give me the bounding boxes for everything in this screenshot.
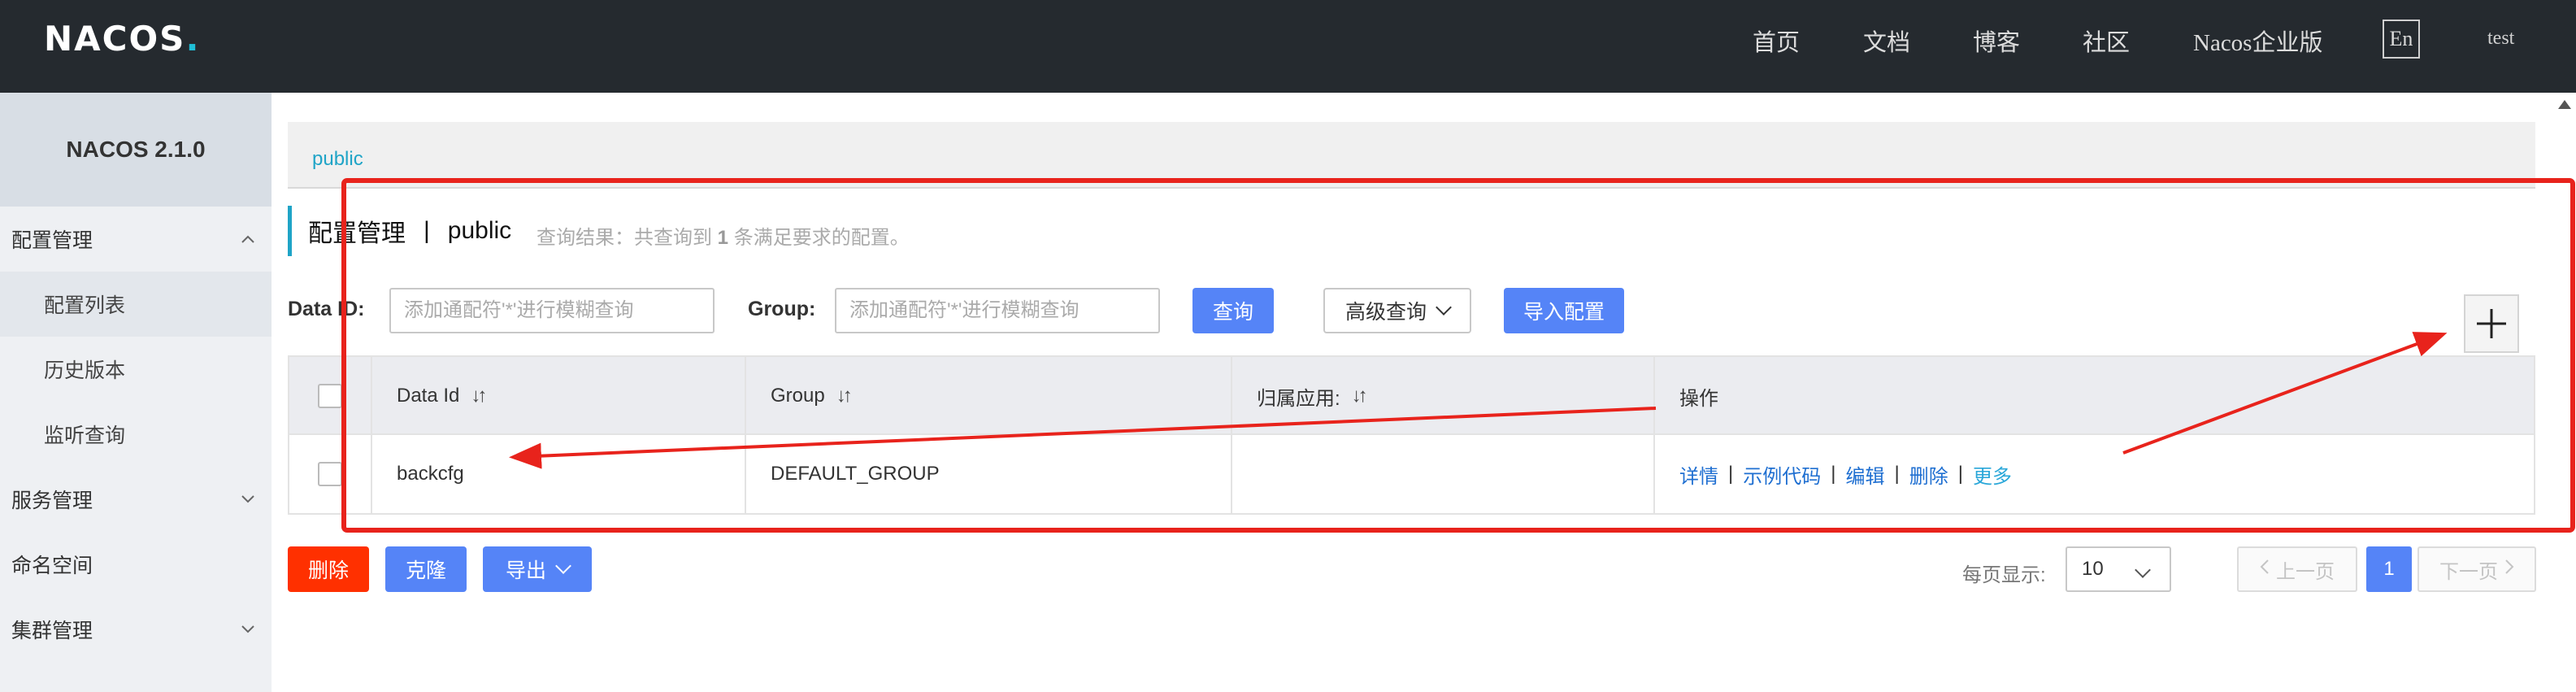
sidebar-item-listener-query[interactable]: 监听查询 [0,402,272,467]
sidebar-item-config-management[interactable]: 配置管理 [0,207,272,272]
user-name[interactable]: test [2487,28,2514,50]
row-checkbox[interactable] [318,462,342,486]
sidebar-version-title: NACOS 2.1.0 [0,93,272,207]
nav-enterprise[interactable]: Nacos企业版 [2193,21,2322,60]
header-checkbox-cell [289,357,372,435]
top-header: NACOS. 首页 文档 博客 社区 Nacos企业版 En test [0,0,2576,93]
sort-icon[interactable]: ↓↑ [836,385,853,407]
sidebar-item-label: 服务管理 [11,490,93,512]
chevron-down-icon [241,490,255,509]
add-config-button[interactable] [2464,294,2519,353]
chevron-down-icon [241,620,255,639]
action-separator: | [1831,463,1836,485]
table-row: backcfg DEFAULT_GROUP 详情 | 示例代码 | 编辑 | 删… [289,435,2534,513]
select-all-checkbox[interactable] [318,384,342,408]
sidebar-item-config-list[interactable]: 配置列表 [0,272,272,337]
sidebar-item-service-management[interactable]: 服务管理 [0,467,272,532]
page-title-separator: | [424,217,430,244]
result-suffix: 条满足要求的配置。 [728,227,910,249]
action-separator: | [1957,463,1963,485]
action-separator: | [1894,463,1900,485]
chevron-down-icon [1436,299,1452,316]
next-page-button[interactable]: 下一页 [2417,546,2536,592]
sort-icon[interactable]: ↓↑ [1352,385,1368,407]
next-page-label: 下一页 [2439,560,2498,583]
sidebar-item-label: 配置列表 [44,294,126,317]
page-1-button[interactable]: 1 [2366,546,2412,592]
cell-actions: 详情 | 示例代码 | 编辑 | 删除 | 更多 [1655,435,2534,513]
column-header-app[interactable]: 归属应用: ↓↑ [1232,357,1655,435]
group-label: Group: [748,298,816,320]
page-title-text: 配置管理 [308,220,406,247]
column-header-actions: 操作 [1655,357,2534,435]
logo-text: NACOS [44,18,186,59]
row-checkbox-cell [289,435,372,513]
sidebar-item-cluster-management[interactable]: 集群管理 [0,597,272,662]
sort-icon[interactable]: ↓↑ [471,385,487,407]
chevron-down-icon [555,558,571,574]
advanced-query-label: 高级查询 [1344,301,1427,324]
chevron-right-icon [2504,558,2514,581]
logo-dot: . [185,18,201,59]
sidebar-item-history[interactable]: 历史版本 [0,337,272,402]
result-prefix: 查询结果：共查询到 [536,227,718,249]
export-label: 导出 [505,559,546,582]
column-label: 操作 [1679,387,1718,410]
per-page-value: 10 [2082,558,2104,580]
chevron-left-icon [2260,558,2270,581]
sidebar-item-label: 历史版本 [44,359,126,382]
query-button[interactable]: 查询 [1192,288,1274,333]
table-header: Data Id ↓↑ Group ↓↑ 归属应用: ↓↑ 操作 [289,357,2534,435]
action-detail-link[interactable]: 详情 [1679,460,1718,489]
sidebar-item-label: 配置管理 [11,229,93,252]
action-sample-code-link[interactable]: 示例代码 [1743,460,1821,489]
nav-community[interactable]: 社区 [2083,21,2130,60]
query-result-summary: 查询结果：共查询到 1 条满足要求的配置。 [536,221,910,250]
nav-blog[interactable]: 博客 [1973,21,2020,60]
chevron-up-icon [241,230,255,249]
sidebar-item-label: 监听查询 [44,424,126,447]
cell-group: DEFAULT_GROUP [746,435,1232,513]
action-separator: | [1728,463,1734,485]
data-id-search-input[interactable] [389,288,715,333]
import-config-button[interactable]: 导入配置 [1504,288,1624,333]
nav-docs[interactable]: 文档 [1863,21,1910,60]
per-page-select[interactable]: 10 [2066,546,2171,592]
scroll-up-arrow-icon[interactable] [2556,96,2574,114]
language-toggle-button[interactable]: En [2383,20,2420,59]
action-delete-link[interactable]: 删除 [1909,460,1948,489]
sidebar: NACOS 2.1.0 配置管理 配置列表 历史版本 监听查询 服务管理 命名空… [0,93,272,692]
per-page-label: 每页显示: [1962,564,2046,586]
sidebar-item-label: 命名空间 [11,555,93,577]
sidebar-item-label: 集群管理 [11,620,93,642]
bulk-delete-button[interactable]: 删除 [288,546,369,592]
plus-icon [2477,309,2506,338]
column-label: 归属应用: [1257,387,1340,410]
page-title: 配置管理 | public [288,206,511,256]
column-label: Data Id [397,385,460,407]
namespace-bar: public [288,122,2535,189]
data-id-label: Data ID: [288,298,365,320]
chevron-down-icon [2135,562,2151,578]
bulk-export-button[interactable]: 导出 [483,546,592,592]
column-header-group[interactable]: Group ↓↑ [746,357,1232,435]
sidebar-item-namespace[interactable]: 命名空间 [0,532,272,597]
prev-page-label: 上一页 [2276,560,2335,583]
group-search-input[interactable] [835,288,1160,333]
cell-data-id: backcfg [372,435,746,513]
column-label: Group [771,385,825,407]
namespace-tab-public[interactable]: public [312,148,363,171]
advanced-query-button[interactable]: 高级查询 [1323,288,1471,333]
page-title-namespace: public [447,217,512,244]
config-table: Data Id ↓↑ Group ↓↑ 归属应用: ↓↑ 操作 backcfg DEF… [288,355,2535,515]
result-count: 1 [717,227,729,249]
action-more-link[interactable]: 更多 [1973,460,2012,489]
cell-app [1232,435,1655,513]
prev-page-button[interactable]: 上一页 [2237,546,2357,592]
nav-home[interactable]: 首页 [1753,21,1800,60]
nacos-logo[interactable]: NACOS. [44,18,200,59]
action-edit-link[interactable]: 编辑 [1845,460,1884,489]
column-header-data-id[interactable]: Data Id ↓↑ [372,357,746,435]
bulk-clone-button[interactable]: 克隆 [385,546,467,592]
